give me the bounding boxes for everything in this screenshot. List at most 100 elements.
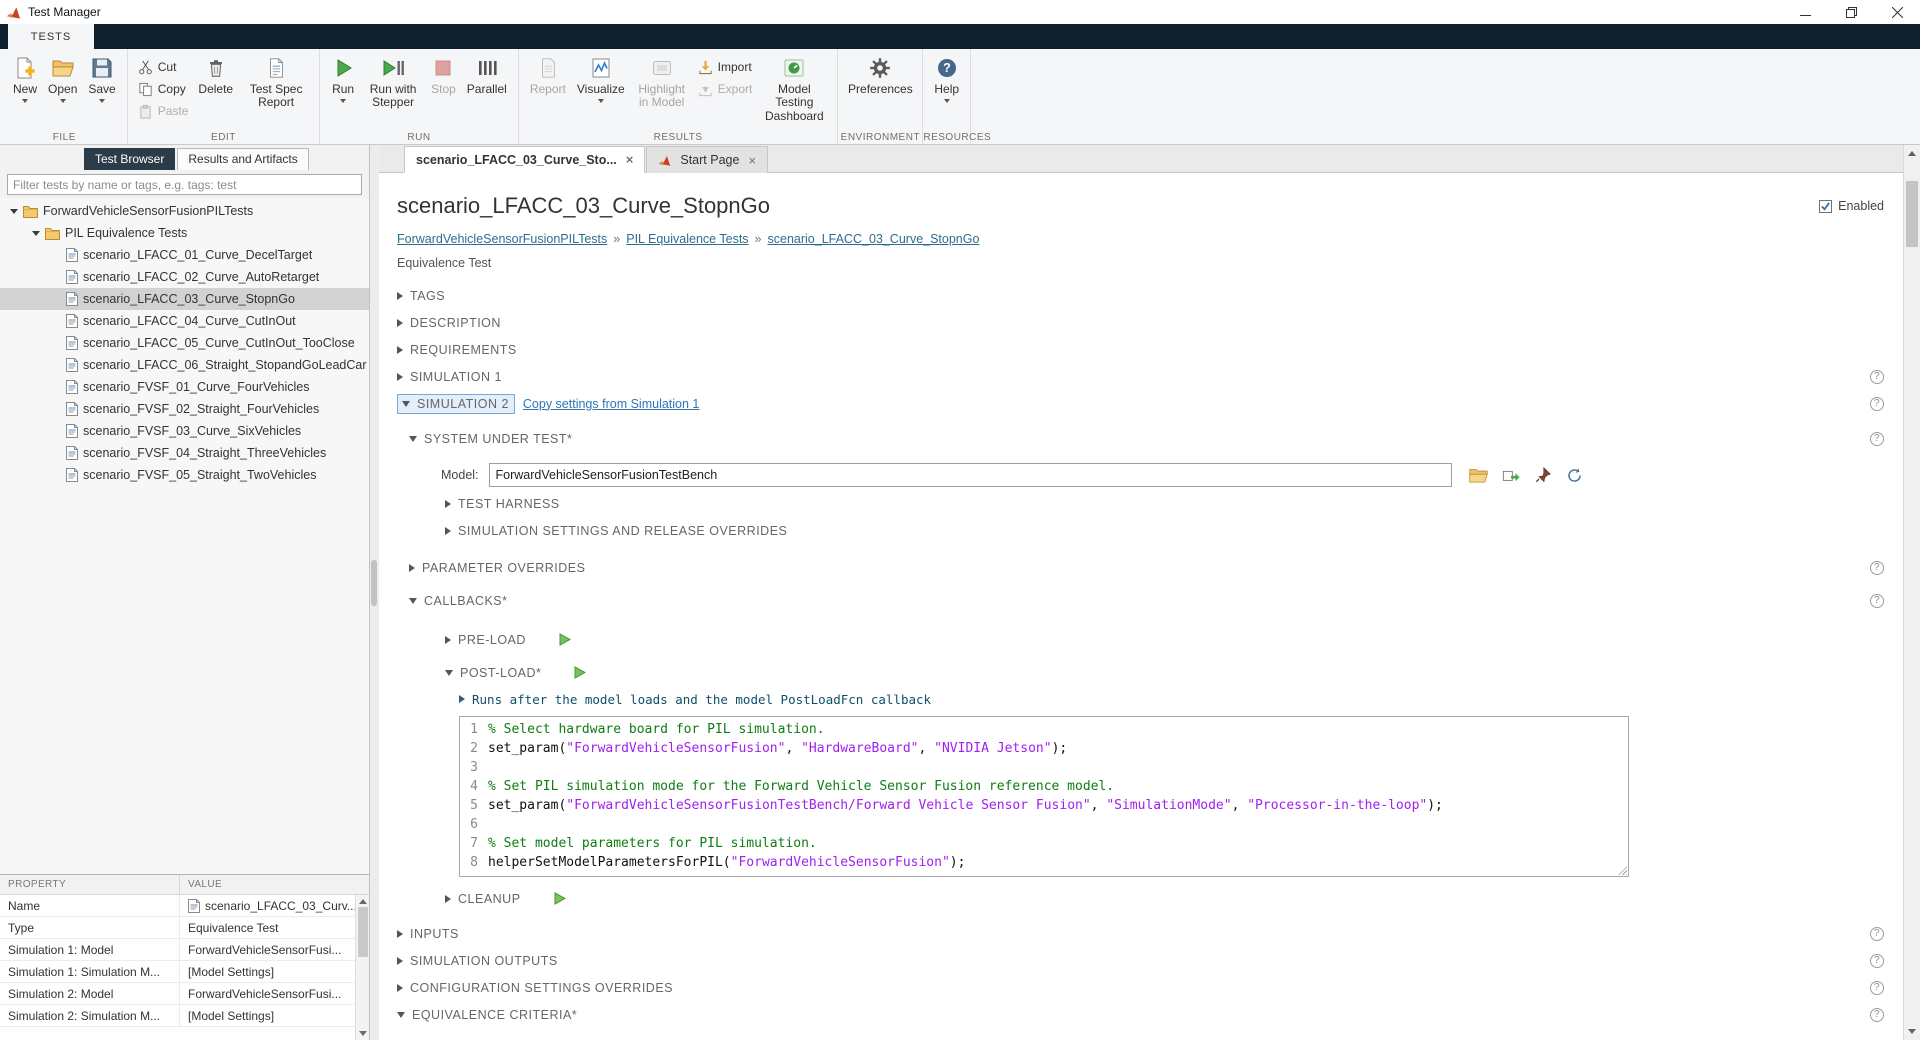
code-line[interactable]: 4% Set PIL simulation mode for the Forwa…	[460, 777, 1628, 796]
tree-test-item[interactable]: scenario_LFACC_04_Curve_CutInOut	[0, 310, 369, 332]
splitter-handle[interactable]	[371, 560, 377, 606]
restore-button[interactable]	[1828, 0, 1874, 24]
tree-test-item[interactable]: scenario_LFACC_01_Curve_DecelTarget	[0, 244, 369, 266]
tree-test-item[interactable]: scenario_FVSF_02_Straight_FourVehicles	[0, 398, 369, 420]
section-simulation-settings-overrides[interactable]: SIMULATION SETTINGS AND RELEASE OVERRIDE…	[397, 517, 1920, 544]
section-test-harness[interactable]: TEST HARNESS	[397, 490, 1920, 517]
minimize-button[interactable]	[1782, 0, 1828, 24]
export-button[interactable]: Export	[695, 80, 756, 98]
browse-model-button[interactable]	[1468, 464, 1490, 486]
tab-test-browser[interactable]: Test Browser	[84, 148, 175, 170]
new-button[interactable]: New	[9, 51, 41, 103]
run-postload-button[interactable]	[574, 666, 586, 679]
property-row[interactable]: Simulation 1: ModelForwardVehicleSensorF…	[0, 939, 369, 961]
pin-model-button[interactable]	[1532, 464, 1554, 486]
run-button[interactable]: Run	[327, 51, 359, 103]
tab-scenario-document[interactable]: scenario_LFACC_03_Curve_Sto... ×	[404, 146, 645, 173]
tree-expand-arrow-icon[interactable]	[32, 231, 40, 236]
tree-expand-arrow-icon[interactable]	[10, 209, 18, 214]
property-panel-scrollbar[interactable]	[355, 895, 369, 1040]
breadcrumb-link[interactable]: PIL Equivalence Tests	[626, 232, 748, 246]
test-spec-report-button[interactable]: Test Spec Report	[240, 51, 312, 110]
main-scrollbar[interactable]	[1903, 145, 1920, 1040]
preferences-button[interactable]: Preferences	[845, 51, 915, 96]
help-icon[interactable]	[1870, 927, 1884, 941]
paste-button[interactable]: Paste	[135, 102, 192, 120]
postload-description-row[interactable]: Runs after the model loads and the model…	[397, 688, 1920, 710]
section-inputs[interactable]: INPUTS	[397, 920, 1920, 947]
section-tags[interactable]: TAGS	[397, 282, 1920, 309]
copy-settings-link[interactable]: Copy settings from Simulation 1	[523, 397, 699, 411]
section-post-load[interactable]: POST-LOAD*	[397, 659, 1920, 686]
tree-test-item[interactable]: scenario_LFACC_05_Curve_CutInOut_TooClos…	[0, 332, 369, 354]
section-parameter-overrides[interactable]: PARAMETER OVERRIDES	[397, 554, 1920, 581]
close-button[interactable]	[1874, 0, 1920, 24]
tree-test-item[interactable]: scenario_FVSF_05_Straight_TwoVehicles	[0, 464, 369, 486]
tree-folder-item[interactable]: PIL Equivalence Tests	[0, 222, 369, 244]
scrollbar-thumb[interactable]	[1906, 181, 1918, 247]
model-input[interactable]	[489, 463, 1452, 487]
enabled-checkbox[interactable]	[1819, 200, 1832, 213]
run-cleanup-button[interactable]	[554, 892, 566, 905]
property-row[interactable]: Simulation 1: Simulation M...[Model Sett…	[0, 961, 369, 983]
help-icon[interactable]	[1870, 594, 1884, 608]
run-preload-button[interactable]	[559, 633, 571, 646]
code-line[interactable]: 7% Set model parameters for PIL simulati…	[460, 834, 1628, 853]
tree-test-item[interactable]: scenario_FVSF_04_Straight_ThreeVehicles	[0, 442, 369, 464]
report-button[interactable]: Report	[526, 51, 570, 96]
resize-grip-icon[interactable]	[1618, 866, 1627, 875]
delete-button[interactable]: Delete	[194, 51, 237, 96]
tree-test-item[interactable]: scenario_LFACC_03_Curve_StopnGo	[0, 288, 369, 310]
section-callbacks[interactable]: CALLBACKS*	[397, 587, 1920, 614]
help-icon[interactable]	[1870, 954, 1884, 968]
panel-splitter[interactable]	[370, 145, 379, 1040]
refresh-model-button[interactable]	[1564, 464, 1586, 486]
tree-test-item[interactable]: scenario_LFACC_06_Straight_StopandGoLead…	[0, 354, 369, 376]
section-simulation2[interactable]: SIMULATION 2 Copy settings from Simulati…	[397, 390, 1920, 417]
section-simulation1[interactable]: SIMULATION 1	[397, 363, 1920, 390]
model-testing-dashboard-button[interactable]: Model Testing Dashboard	[758, 51, 830, 123]
highlight-in-model-button[interactable]: Highlight in Model	[632, 51, 692, 110]
scroll-down-icon[interactable]	[1904, 1023, 1920, 1040]
help-button[interactable]: ? Help	[930, 51, 963, 103]
scroll-down-icon[interactable]	[359, 1031, 367, 1036]
close-icon[interactable]: ×	[626, 153, 634, 166]
postload-code-editor[interactable]: 1% Select hardware board for PIL simulat…	[459, 716, 1629, 877]
property-row[interactable]: Simulation 2: Simulation M...[Model Sett…	[0, 1005, 369, 1027]
section-equivalence-criteria[interactable]: EQUIVALENCE CRITERIA*	[397, 1001, 1920, 1028]
help-icon[interactable]	[1870, 981, 1884, 995]
run-with-stepper-button[interactable]: Run with Stepper	[362, 51, 424, 110]
help-icon[interactable]	[1870, 432, 1884, 446]
copy-button[interactable]: Copy	[135, 80, 192, 98]
save-button[interactable]: Save	[84, 51, 119, 103]
help-icon[interactable]	[1870, 561, 1884, 575]
code-line[interactable]: 8helperSetModelParametersForPIL("Forward…	[460, 853, 1628, 872]
close-icon[interactable]: ×	[748, 154, 756, 167]
property-row[interactable]: Simulation 2: ModelForwardVehicleSensorF…	[0, 983, 369, 1005]
simulation2-selected-header[interactable]: SIMULATION 2	[397, 394, 515, 414]
filter-tests-input[interactable]	[7, 174, 362, 195]
tree-test-item[interactable]: scenario_FVSF_03_Curve_SixVehicles	[0, 420, 369, 442]
scrollbar-thumb[interactable]	[358, 907, 368, 957]
help-icon[interactable]	[1870, 1008, 1884, 1022]
section-pre-load[interactable]: PRE-LOAD	[397, 626, 1920, 653]
code-line[interactable]: 2set_param("ForwardVehicleSensorFusion",…	[460, 739, 1628, 758]
help-icon[interactable]	[1870, 370, 1884, 384]
code-line[interactable]: 3	[460, 758, 1628, 777]
open-button[interactable]: Open	[44, 51, 81, 103]
parallel-button[interactable]: Parallel	[463, 51, 511, 96]
help-icon[interactable]	[1870, 397, 1884, 411]
section-cleanup[interactable]: CLEANUP	[397, 885, 1920, 912]
stop-button[interactable]: Stop	[427, 51, 460, 96]
property-row[interactable]: Namescenario_LFACC_03_Curv...	[0, 895, 369, 917]
import-button[interactable]: Import	[695, 58, 756, 76]
tree-folder-item[interactable]: ForwardVehicleSensorFusionPILTests	[0, 200, 369, 222]
code-line[interactable]: 5set_param("ForwardVehicleSensorFusionTe…	[460, 796, 1628, 815]
cut-button[interactable]: Cut	[135, 58, 192, 76]
breadcrumb-link[interactable]: scenario_LFACC_03_Curve_StopnGo	[768, 232, 980, 246]
use-current-model-button[interactable]	[1500, 464, 1522, 486]
tab-start-page[interactable]: Start Page ×	[646, 146, 768, 173]
tree-test-item[interactable]: scenario_LFACC_02_Curve_AutoRetarget	[0, 266, 369, 288]
section-requirements[interactable]: REQUIREMENTS	[397, 336, 1920, 363]
section-system-under-test[interactable]: SYSTEM UNDER TEST*	[397, 425, 1920, 452]
